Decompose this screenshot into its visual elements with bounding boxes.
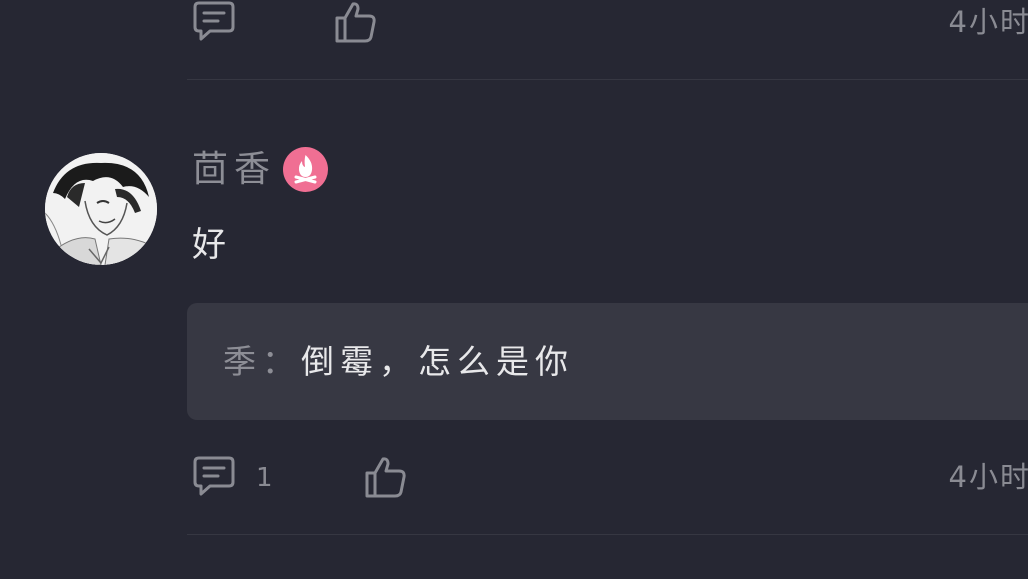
comment-reply-icon[interactable] — [192, 455, 236, 499]
comment-reply-icon[interactable] — [192, 0, 236, 44]
campfire-badge-icon — [283, 147, 328, 192]
like-icon[interactable] — [334, 0, 378, 44]
comment-text: 好 — [192, 225, 226, 265]
comment-time: 4小时前 — [948, 460, 1028, 494]
reply-author[interactable]: 季 — [223, 342, 262, 381]
like-icon[interactable] — [364, 455, 408, 499]
divider — [187, 534, 1028, 535]
comment-actions: 1 4小时前 — [192, 455, 1028, 503]
reply-count: 1 — [256, 463, 273, 493]
username[interactable]: 茴香 — [192, 146, 276, 194]
reply-text: 倒霉，怎么是你 — [301, 342, 574, 381]
reply-separator: ： — [262, 342, 301, 381]
comment-thread: 4小时前 茴香 好 季：倒霉，怎么是你 — [0, 0, 1028, 579]
reply-preview-line: 季：倒霉，怎么是你 — [223, 338, 574, 386]
reply-preview[interactable]: 季：倒霉，怎么是你 — [187, 303, 1028, 420]
divider — [187, 79, 1028, 80]
previous-comment-time: 4小时前 — [948, 5, 1028, 39]
avatar[interactable] — [45, 153, 157, 265]
previous-comment-actions: 4小时前 — [192, 0, 1028, 48]
